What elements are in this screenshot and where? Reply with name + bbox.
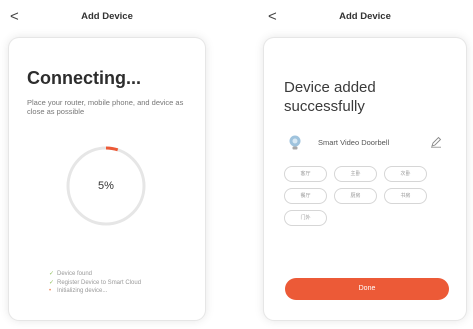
step-label: Register Device to Smart Cloud: [57, 279, 142, 286]
connecting-description: Place your router, mobile phone, and dev…: [27, 98, 184, 116]
page-title: Add Device: [81, 11, 133, 22]
progress-ring: 5%: [62, 142, 150, 230]
device-row: Smart Video Doorbell: [284, 135, 454, 151]
room-chip[interactable]: 客厅: [284, 166, 327, 182]
room-chip[interactable]: 主卧: [334, 166, 377, 182]
room-chip[interactable]: 门外: [284, 210, 327, 226]
success-screen: < Add Device Device added successfully S…: [258, 0, 472, 329]
step-label: Device found: [57, 271, 93, 277]
page-title: Add Device: [339, 11, 391, 22]
step-label: Initializing device...: [57, 288, 108, 294]
success-heading-line2: successfully: [284, 98, 365, 115]
connecting-card: Connecting... Place your router, mobile …: [9, 38, 205, 320]
bulb-icon: [289, 135, 301, 150]
progress-percent: 5%: [98, 180, 114, 192]
connecting-screen: < Add Device Connecting... Place your ro…: [0, 0, 214, 329]
device-name: Smart Video Doorbell: [318, 138, 390, 147]
dot-icon: •: [49, 288, 52, 294]
step-initializing: • Initializing device...: [49, 287, 141, 296]
room-chip[interactable]: 次卧: [384, 166, 427, 182]
check-icon: ✓: [49, 279, 55, 286]
success-card: Device added successfully Smart Video Do…: [264, 38, 466, 320]
status-steps: ✓ Device found ✓ Register Device to Smart …: [49, 270, 141, 296]
done-button[interactable]: Done: [285, 278, 449, 300]
top-bar: < Add Device: [0, 6, 214, 28]
success-heading: Device added successfully: [284, 78, 376, 116]
success-heading-line1: Device added: [284, 79, 376, 96]
top-bar: < Add Device: [258, 6, 472, 28]
step-register-cloud: ✓ Register Device to Smart Cloud: [49, 279, 141, 288]
room-chip[interactable]: 厨房: [334, 188, 377, 204]
step-device-found: ✓ Device found: [49, 270, 141, 279]
check-icon: ✓: [49, 271, 55, 277]
room-chip[interactable]: 书房: [384, 188, 427, 204]
connecting-heading: Connecting...: [27, 68, 141, 88]
room-chip[interactable]: 餐厅: [284, 188, 327, 204]
pencil-icon[interactable]: [430, 136, 442, 148]
